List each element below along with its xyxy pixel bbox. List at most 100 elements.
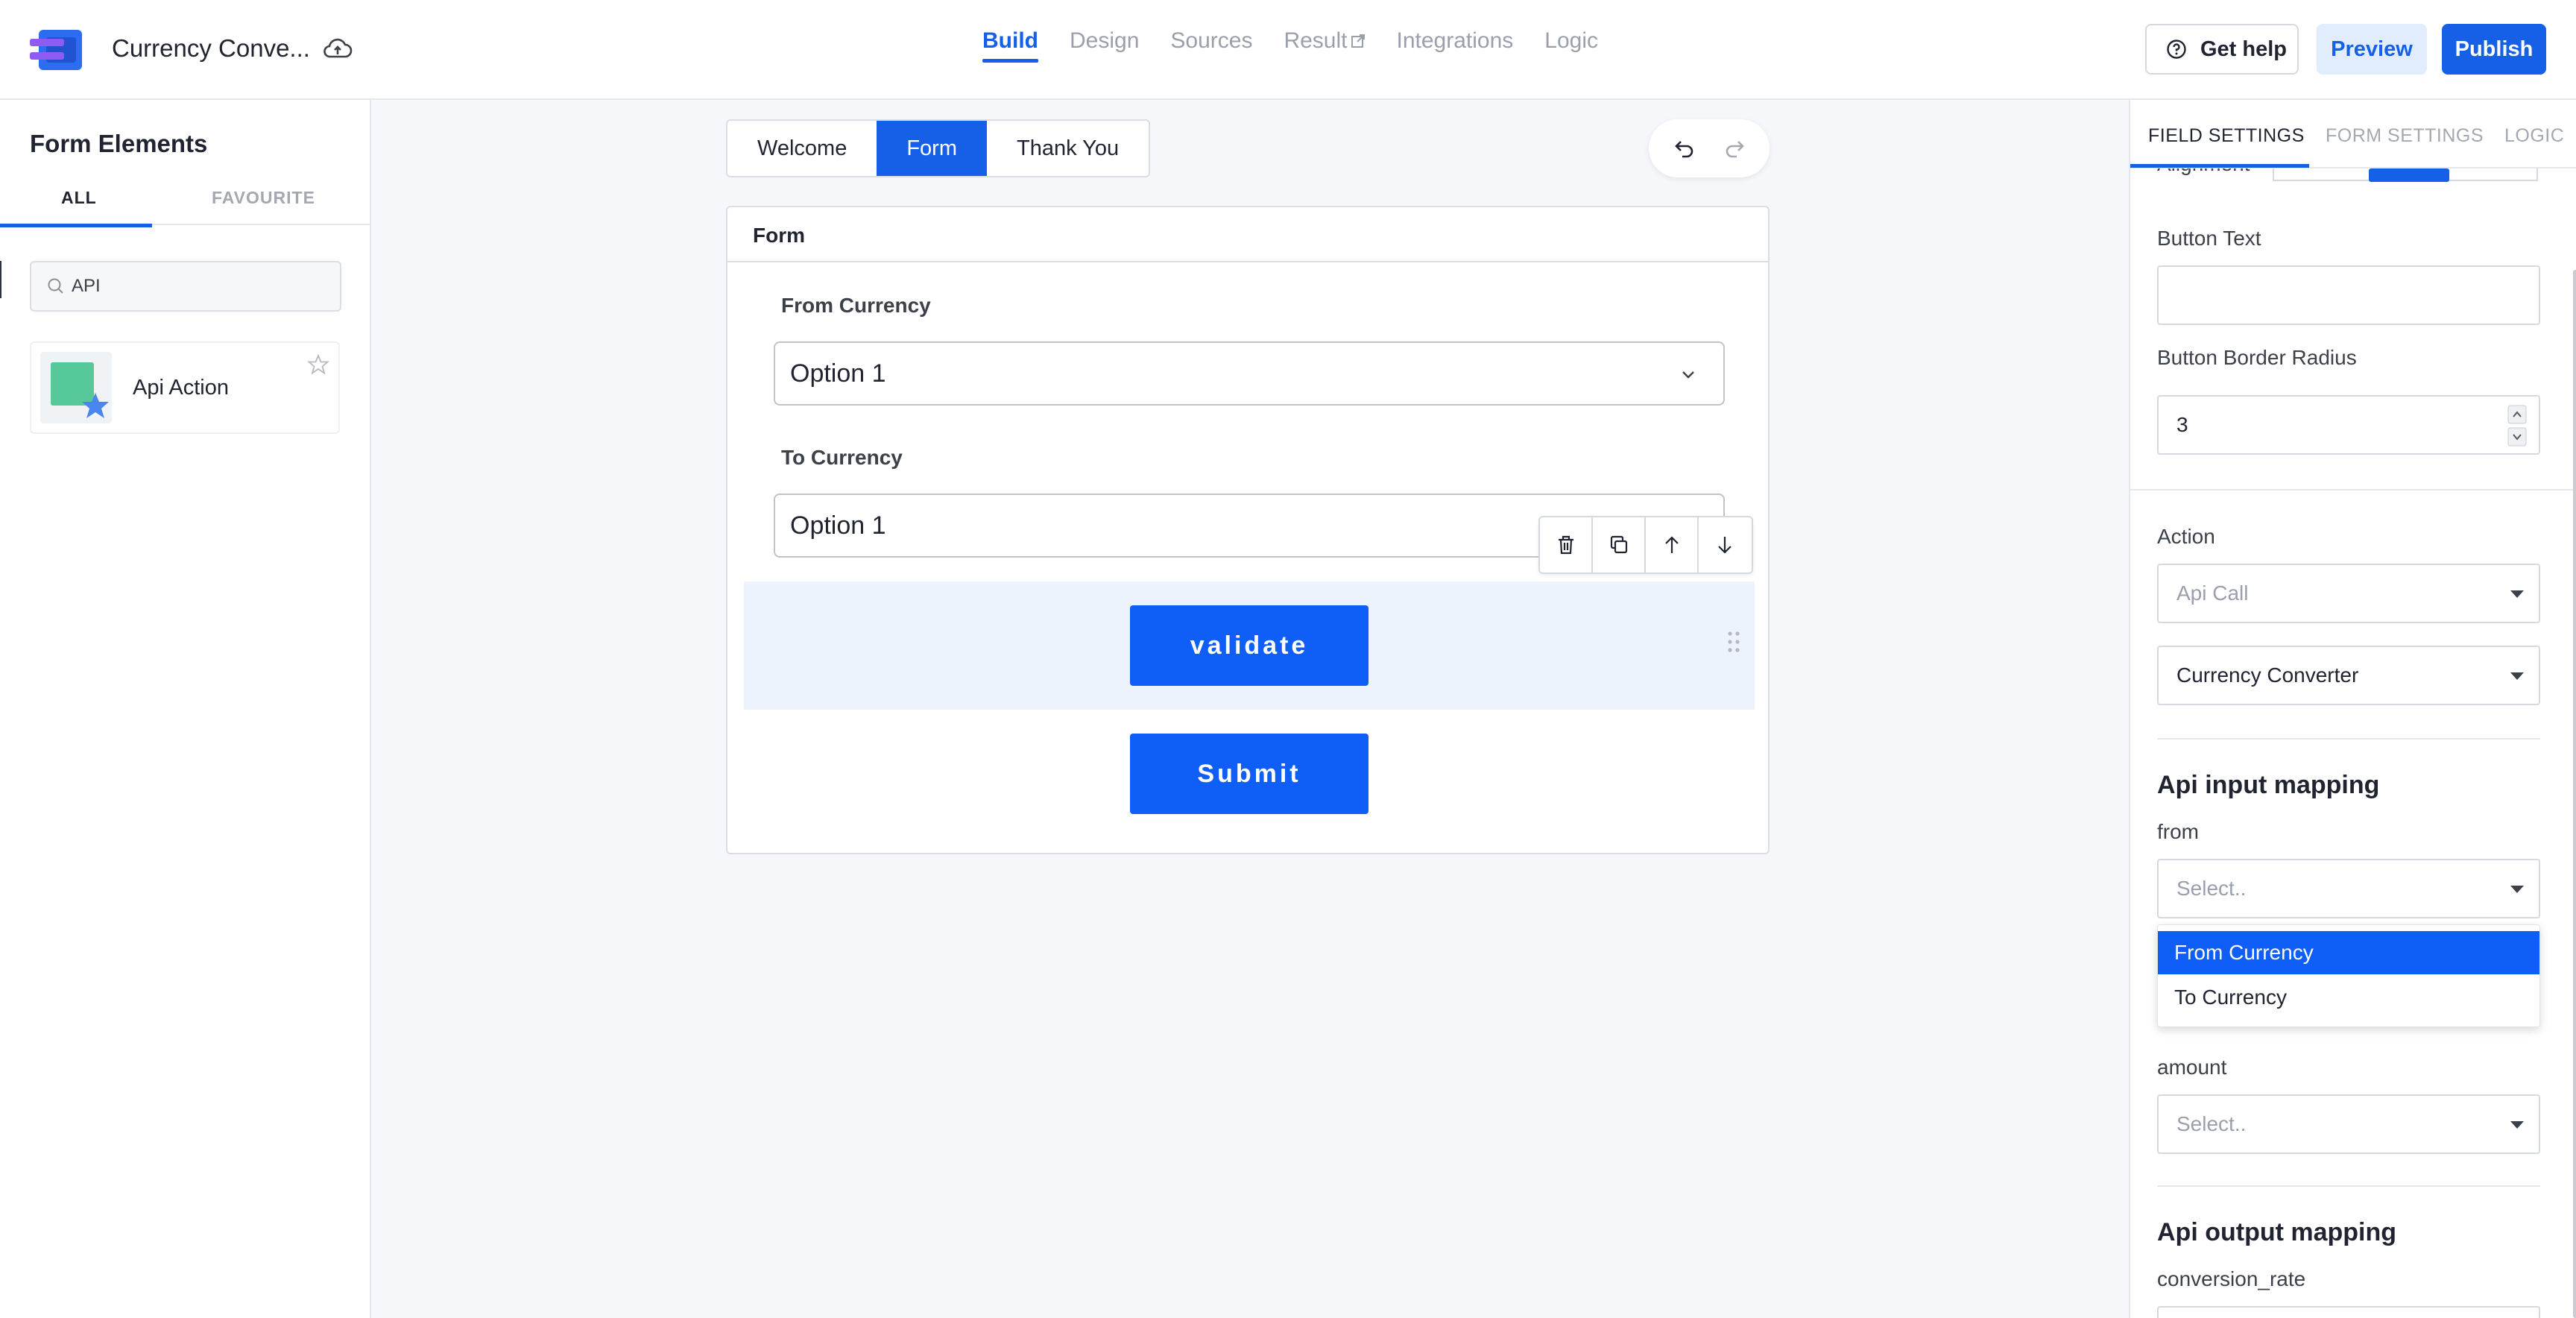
favourite-star-icon[interactable] xyxy=(307,353,329,376)
tab-logic[interactable]: LOGIC xyxy=(2504,125,2564,147)
arrow-down-icon xyxy=(1718,537,1732,554)
get-help-label: Get help xyxy=(2200,37,2288,61)
form-card-title: Form xyxy=(753,224,805,247)
form-elements-sidebar: Form Elements ALL FAVOURITE Api Action xyxy=(0,100,371,1318)
search-rail xyxy=(0,261,1,298)
action-select[interactable]: Api Call xyxy=(2157,564,2540,623)
from-mapping-select[interactable]: Select.. xyxy=(2157,859,2540,918)
button-border-radius-value: 3 xyxy=(2176,413,2188,436)
app-logo-icon[interactable] xyxy=(30,30,82,70)
publish-button[interactable]: Publish xyxy=(2442,24,2546,75)
caret-down-icon xyxy=(2510,672,2524,680)
page-tab-thank-you[interactable]: Thank You xyxy=(987,121,1149,176)
from-currency-select[interactable]: Option 1 xyxy=(774,341,1725,406)
submit-button[interactable]: Submit xyxy=(1130,734,1368,814)
top-bar: Currency Conve... Build Design Sources R… xyxy=(0,0,2576,100)
number-stepper-icon[interactable] xyxy=(2507,404,2527,447)
caret-down-icon xyxy=(2510,1121,2524,1129)
main-nav: Build Design Sources Result Integrations… xyxy=(982,28,1629,63)
api-select-value: Currency Converter xyxy=(2176,663,2359,687)
settings-panel: Alignment FIELD SETTINGS FORM SETTINGS L… xyxy=(2129,100,2576,1318)
nav-tab-result-label: Result xyxy=(1284,28,1348,53)
amount-mapping-select[interactable]: Select.. xyxy=(2157,1094,2540,1154)
star-badge-icon xyxy=(82,393,109,418)
element-search[interactable] xyxy=(30,261,341,312)
sidebar-tabs: ALL FAVOURITE xyxy=(0,177,370,225)
active-tab-indicator xyxy=(0,224,152,227)
nav-tab-build[interactable]: Build xyxy=(982,28,1038,63)
page-tab-welcome[interactable]: Welcome xyxy=(727,121,877,176)
search-input[interactable] xyxy=(72,276,318,297)
undo-icon[interactable] xyxy=(1672,136,1697,161)
chevron-down-icon xyxy=(1682,371,1694,379)
action-label: Action xyxy=(2157,525,2215,548)
tab-form-settings[interactable]: FORM SETTINGS xyxy=(2326,125,2484,147)
section-divider xyxy=(2157,1185,2540,1187)
from-currency-value: Option 1 xyxy=(790,359,886,388)
button-border-radius-input[interactable]: 3 xyxy=(2157,395,2540,455)
form-header: Form xyxy=(727,207,1768,262)
move-down-button[interactable] xyxy=(1699,517,1752,573)
caret-down-icon xyxy=(2510,886,2524,893)
preview-button[interactable]: Preview xyxy=(2317,24,2427,75)
move-up-button[interactable] xyxy=(1646,517,1699,573)
from-currency-label: From Currency xyxy=(781,294,931,317)
validate-button[interactable]: validate xyxy=(1130,605,1368,686)
sidebar-title: Form Elements xyxy=(30,130,208,157)
button-text-label: Button Text xyxy=(2157,227,2261,250)
page-tabs: Welcome Form Thank You xyxy=(726,119,1151,177)
action-select-value: Api Call xyxy=(2176,581,2249,605)
history-controls xyxy=(1649,119,1770,177)
from-mapping-dropdown: From Currency To Currency xyxy=(2157,924,2540,1027)
section-divider xyxy=(2130,489,2576,491)
api-select[interactable]: Currency Converter xyxy=(2157,646,2540,705)
external-link-icon xyxy=(1351,34,1365,48)
search-icon xyxy=(48,278,63,294)
nav-tab-integrations[interactable]: Integrations xyxy=(1397,28,1514,63)
amount-mapping-label: amount xyxy=(2157,1056,2227,1079)
element-toolbar xyxy=(1538,516,1753,574)
duplicate-button[interactable] xyxy=(1593,517,1646,573)
dropdown-option-to-currency[interactable]: To Currency xyxy=(2158,976,2539,1019)
arrow-up-icon xyxy=(1664,536,1679,553)
trash-icon xyxy=(1558,535,1573,555)
sidebar-tab-all[interactable]: ALL xyxy=(61,188,97,208)
nav-tab-sources[interactable]: Sources xyxy=(1170,28,1252,63)
panel-scrollbar[interactable] xyxy=(2573,270,2576,1318)
caret-down-icon xyxy=(2510,590,2524,598)
get-help-button[interactable]: Get help xyxy=(2145,24,2299,75)
tab-field-settings[interactable]: FIELD SETTINGS xyxy=(2148,125,2305,147)
settings-tabs: FIELD SETTINGS FORM SETTINGS LOGIC xyxy=(2130,100,2576,168)
form-card: Form From Currency Option 1 To Currency … xyxy=(726,206,1770,854)
button-text-input[interactable] xyxy=(2157,265,2540,325)
section-divider xyxy=(2157,738,2540,740)
from-mapping-value: Select.. xyxy=(2176,877,2247,900)
nav-tab-logic[interactable]: Logic xyxy=(1544,28,1598,63)
amount-mapping-value: Select.. xyxy=(2176,1112,2247,1135)
element-card-label: Api Action xyxy=(133,376,229,400)
copy-icon xyxy=(1610,535,1627,554)
api-input-mapping-heading: Api input mapping xyxy=(2157,771,2380,799)
drag-handle-icon[interactable] xyxy=(1726,629,1741,655)
alignment-toggle[interactable] xyxy=(2157,168,2540,183)
form-title[interactable]: Currency Conve... xyxy=(112,34,310,63)
nav-tab-result[interactable]: Result xyxy=(1284,28,1365,63)
nav-tab-design[interactable]: Design xyxy=(1070,28,1139,63)
to-currency-label: To Currency xyxy=(781,446,903,469)
api-action-icon xyxy=(40,352,112,423)
page-tab-form[interactable]: Form xyxy=(877,121,988,176)
delete-button[interactable] xyxy=(1540,517,1593,573)
cloud-icon[interactable] xyxy=(322,36,353,63)
redo-icon[interactable] xyxy=(1722,136,1747,161)
sidebar-tab-favourite[interactable]: FAVOURITE xyxy=(212,188,315,208)
from-mapping-label: from xyxy=(2157,820,2199,843)
help-circle-icon xyxy=(2167,40,2186,59)
button-border-radius-label: Button Border Radius xyxy=(2157,346,2357,369)
element-card-api-action[interactable]: Api Action xyxy=(30,341,340,434)
dropdown-option-from-currency[interactable]: From Currency xyxy=(2158,931,2539,974)
conversion-rate-label: conversion_rate xyxy=(2157,1267,2306,1290)
api-output-mapping-heading: Api output mapping xyxy=(2157,1218,2397,1246)
settings-tab-indicator xyxy=(2130,164,2309,168)
conversion-rate-select[interactable] xyxy=(2157,1306,2540,1318)
to-currency-value: Option 1 xyxy=(790,511,886,540)
